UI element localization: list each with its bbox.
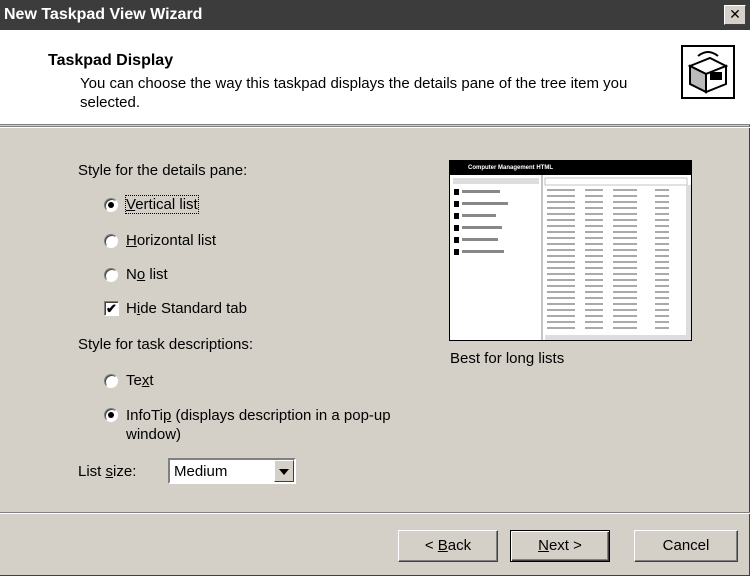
- close-icon: ✕: [729, 6, 741, 22]
- chevron-down-icon[interactable]: [274, 460, 294, 482]
- text-label[interactable]: Text: [126, 372, 154, 389]
- footer-divider: [0, 512, 750, 514]
- cancel-button[interactable]: Cancel: [634, 530, 738, 562]
- horizontal-list-hotkey: H: [126, 232, 137, 249]
- page-description: You can choose the way this taskpad disp…: [80, 75, 628, 111]
- vertical-list-hotkey: V: [126, 196, 136, 213]
- horizontal-list-radio[interactable]: [104, 234, 118, 248]
- wizard-window: New Taskpad View Wizard ✕ Taskpad Displa…: [0, 0, 750, 576]
- header-divider: [0, 126, 750, 128]
- title-bar: New Taskpad View Wizard ✕: [0, 0, 750, 30]
- no-list-label[interactable]: No list: [126, 266, 168, 283]
- taskpad-wizard-icon: [681, 45, 735, 99]
- preview-caption: Best for long lists: [450, 350, 565, 367]
- infotip-label[interactable]: InfoTip (displays description in a pop-u…: [126, 406, 391, 444]
- no-list-hotkey: o: [136, 266, 146, 283]
- details-pane-style-label: Style for the details pane:: [78, 162, 248, 179]
- horizontal-list-label[interactable]: Horizontal list: [126, 232, 216, 249]
- task-description-style-label: Style for task descriptions:: [78, 336, 254, 353]
- text-radio[interactable]: [104, 374, 118, 388]
- infotip-radio[interactable]: [104, 408, 118, 422]
- checkmark-icon: ✔: [106, 301, 117, 316]
- hide-standard-tab-label[interactable]: Hide Standard tab: [126, 300, 247, 317]
- next-button[interactable]: Next >: [510, 530, 610, 562]
- back-button[interactable]: < Back: [398, 530, 498, 562]
- vertical-list-label[interactable]: Vertical list: [125, 195, 199, 214]
- back-hotkey: B: [437, 537, 448, 554]
- close-button[interactable]: ✕: [724, 5, 746, 25]
- page-title: Taskpad Display: [48, 52, 174, 69]
- list-size-dropdown[interactable]: Medium: [168, 458, 296, 484]
- hide-standard-tab-checkbox[interactable]: ✔: [104, 301, 119, 316]
- no-list-radio[interactable]: [104, 268, 118, 282]
- vertical-list-radio[interactable]: [104, 198, 118, 212]
- list-size-value: Medium: [174, 463, 228, 480]
- list-size-hotkey: s: [105, 463, 114, 480]
- list-size-label: List size:: [78, 463, 137, 480]
- preview-details-graphic: [453, 175, 691, 340]
- window-title: New Taskpad View Wizard: [4, 6, 203, 23]
- next-hotkey: N: [538, 537, 549, 554]
- preview-title: Computer Management HTML: [450, 161, 691, 175]
- layout-preview-image: Computer Management HTML: [449, 160, 692, 341]
- wizard-header: Taskpad Display You can choose the way t…: [0, 30, 750, 125]
